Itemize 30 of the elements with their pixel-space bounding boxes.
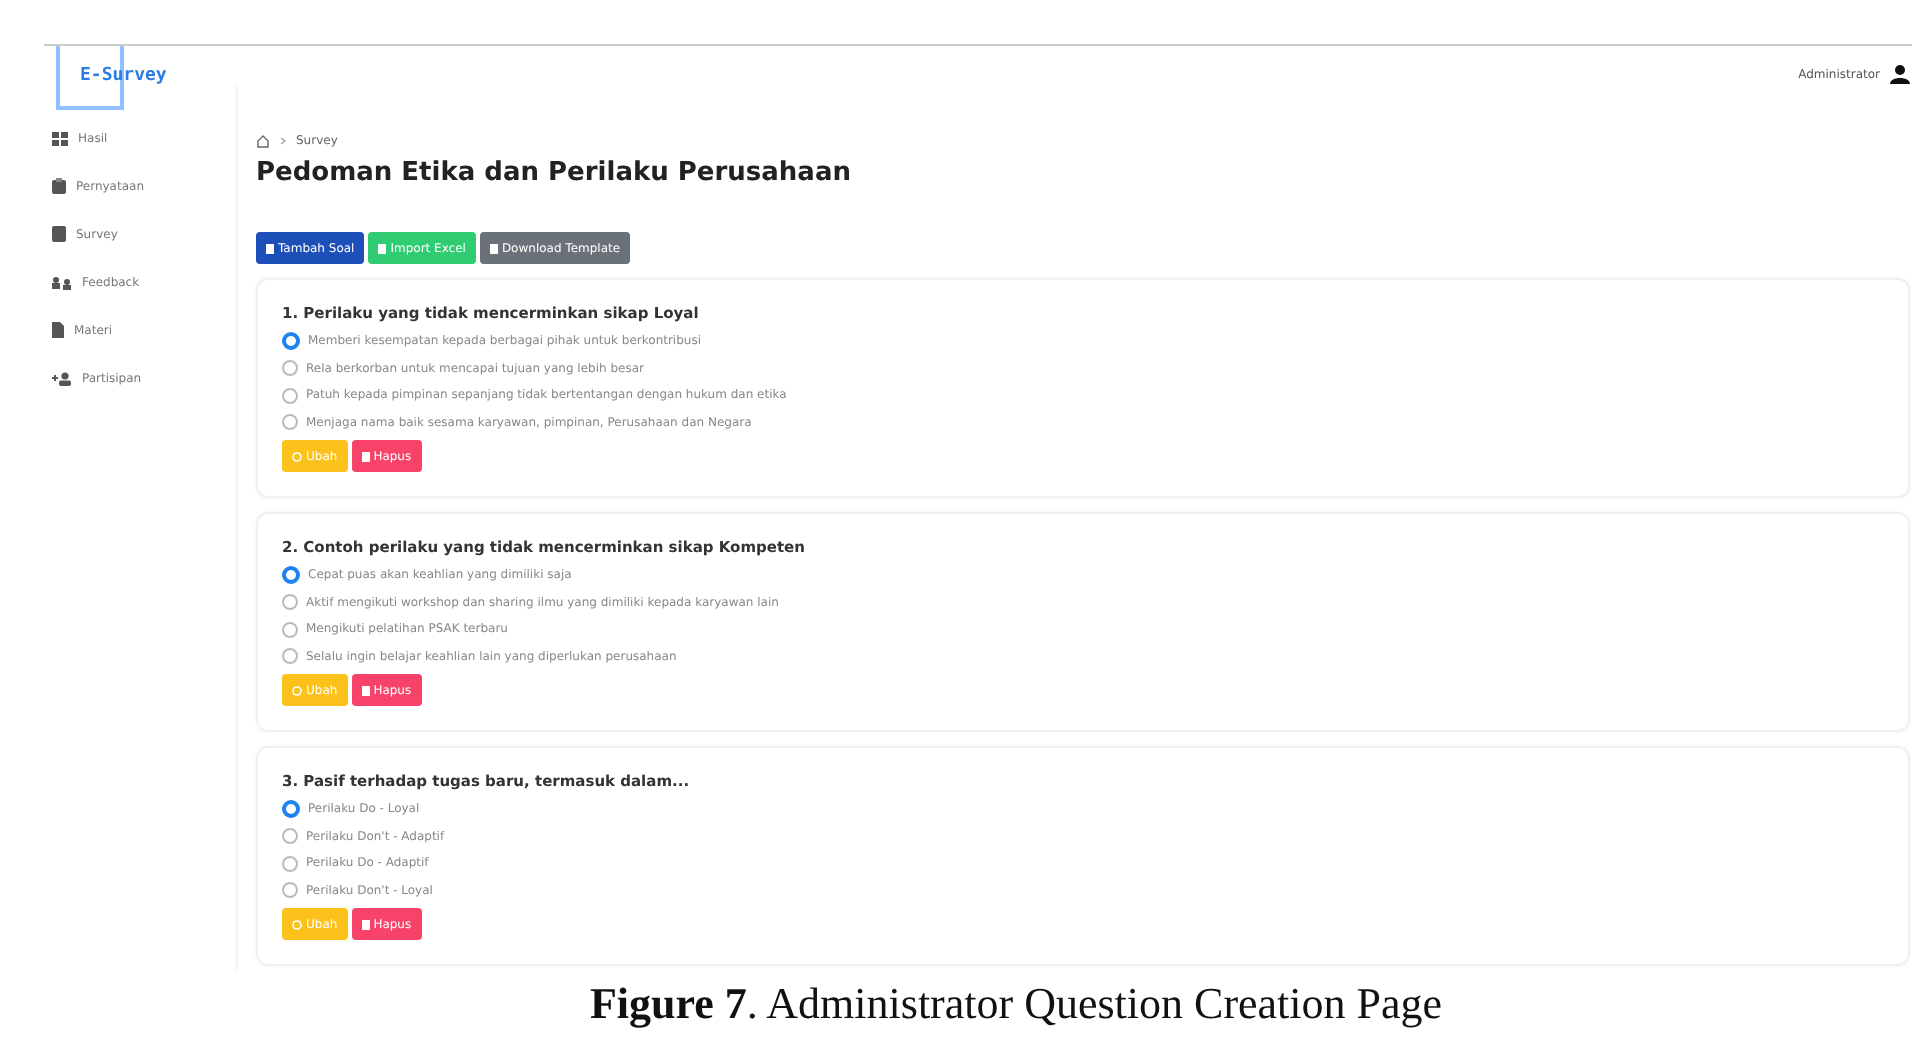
radio-button[interactable] xyxy=(282,566,300,585)
file-icon xyxy=(489,243,498,253)
home-icon[interactable] xyxy=(256,134,270,148)
logo-text: E-Survey xyxy=(80,66,167,86)
file-icon xyxy=(266,243,274,253)
people-icon xyxy=(52,275,72,289)
radio-button[interactable] xyxy=(282,648,298,665)
page-title: Pedoman Etika dan Perilaku Perusahaan xyxy=(256,158,853,188)
add-user-icon xyxy=(52,371,72,385)
file-icon xyxy=(361,919,370,929)
radio-button[interactable] xyxy=(282,855,298,872)
radio-button[interactable] xyxy=(282,594,298,611)
file-icon xyxy=(52,322,64,338)
file-icon xyxy=(378,243,387,253)
radio-button[interactable] xyxy=(282,332,300,351)
radio-button[interactable] xyxy=(282,828,298,845)
file-icon xyxy=(361,451,370,461)
file-icon xyxy=(361,685,370,695)
radio-button[interactable] xyxy=(282,414,298,431)
radio-button[interactable] xyxy=(282,621,298,638)
chevron-icon xyxy=(278,136,288,146)
grid-icon xyxy=(52,131,68,145)
clipboard-icon xyxy=(52,178,66,194)
radio-button[interactable] xyxy=(282,387,298,404)
radio-button[interactable] xyxy=(282,800,300,819)
radio-button[interactable] xyxy=(282,882,298,899)
figure-caption: Figure 7. Administrator Question Creation Page xyxy=(587,978,1445,1030)
document-icon xyxy=(52,226,66,242)
radio-button[interactable] xyxy=(282,360,298,377)
user-icon[interactable] xyxy=(1890,64,1910,84)
